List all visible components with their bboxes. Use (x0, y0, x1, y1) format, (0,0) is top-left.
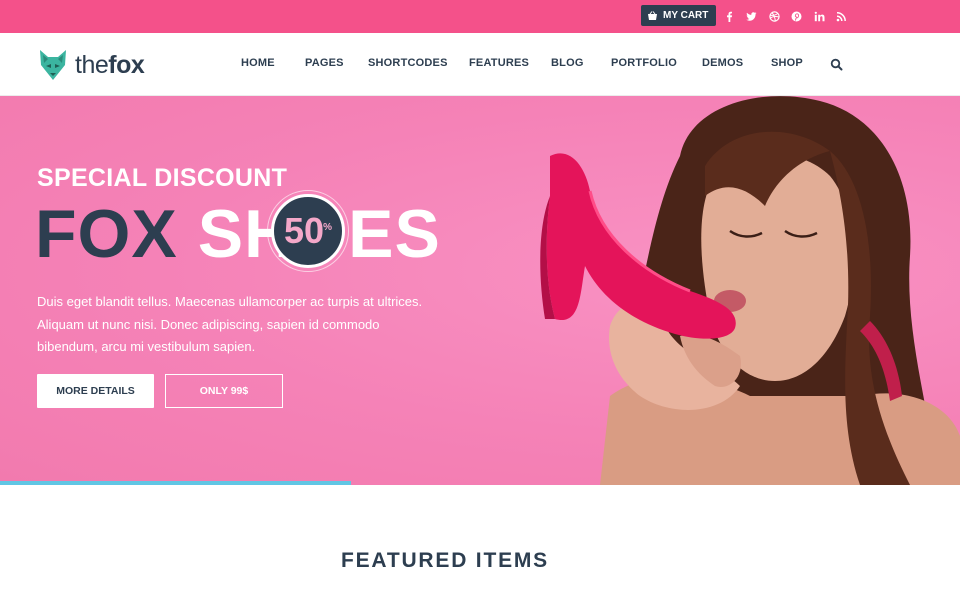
only-99-button[interactable]: ONLY 99$ (165, 374, 283, 408)
featured-section (0, 485, 960, 600)
main-navigation: HOME PAGES SHORTCODES FEATURES BLOG PORT… (0, 33, 960, 96)
my-cart-button[interactable]: MY CART (641, 5, 717, 26)
more-details-button[interactable]: MORE DETAILS (37, 374, 154, 408)
cart-basket-icon (648, 10, 657, 20)
my-cart-label: MY CART (663, 10, 709, 21)
pinterest-icon[interactable] (786, 7, 809, 25)
social-links (718, 7, 853, 25)
nav-shortcodes[interactable]: SHORTCODES (368, 57, 448, 69)
top-bar: MY CART (0, 0, 960, 33)
nav-home[interactable]: HOME (241, 57, 275, 69)
search-icon[interactable] (830, 58, 843, 71)
nav-pages[interactable]: PAGES (305, 57, 344, 69)
nav-demos[interactable]: DEMOS (702, 57, 743, 69)
hero-slider: SPECIAL DISCOUNT FOX SH ES 50 % Duis eget… (0, 96, 960, 485)
hero-description: Duis eget blandit tellus. Maecenas ullam… (37, 294, 423, 354)
hero-title-light-b: ES (348, 196, 441, 272)
nav-shop[interactable]: SHOP (771, 57, 803, 69)
twitter-icon[interactable] (741, 7, 764, 25)
facebook-icon[interactable] (718, 7, 741, 25)
hero-model-image (540, 96, 960, 485)
hero-title-dark: FOX (35, 196, 178, 272)
featured-items-title: FEATURED ITEMS (341, 549, 549, 572)
linkedin-icon[interactable] (808, 7, 831, 25)
hero-title: FOX SH ES (35, 194, 441, 274)
discount-badge: 50 % (271, 194, 345, 268)
site-header: thefox HOME PAGES SHORTCODES FEATURES BL… (0, 33, 960, 96)
nav-blog[interactable]: BLOG (551, 57, 584, 69)
rss-icon[interactable] (831, 7, 854, 25)
hero-subtitle: SPECIAL DISCOUNT (37, 164, 288, 192)
nav-features[interactable]: FEATURES (469, 57, 529, 69)
nav-portfolio[interactable]: PORTFOLIO (611, 57, 677, 69)
dribbble-icon[interactable] (763, 7, 786, 25)
discount-badge-number: 50 (284, 210, 325, 251)
discount-badge-symbol: % (323, 221, 332, 233)
